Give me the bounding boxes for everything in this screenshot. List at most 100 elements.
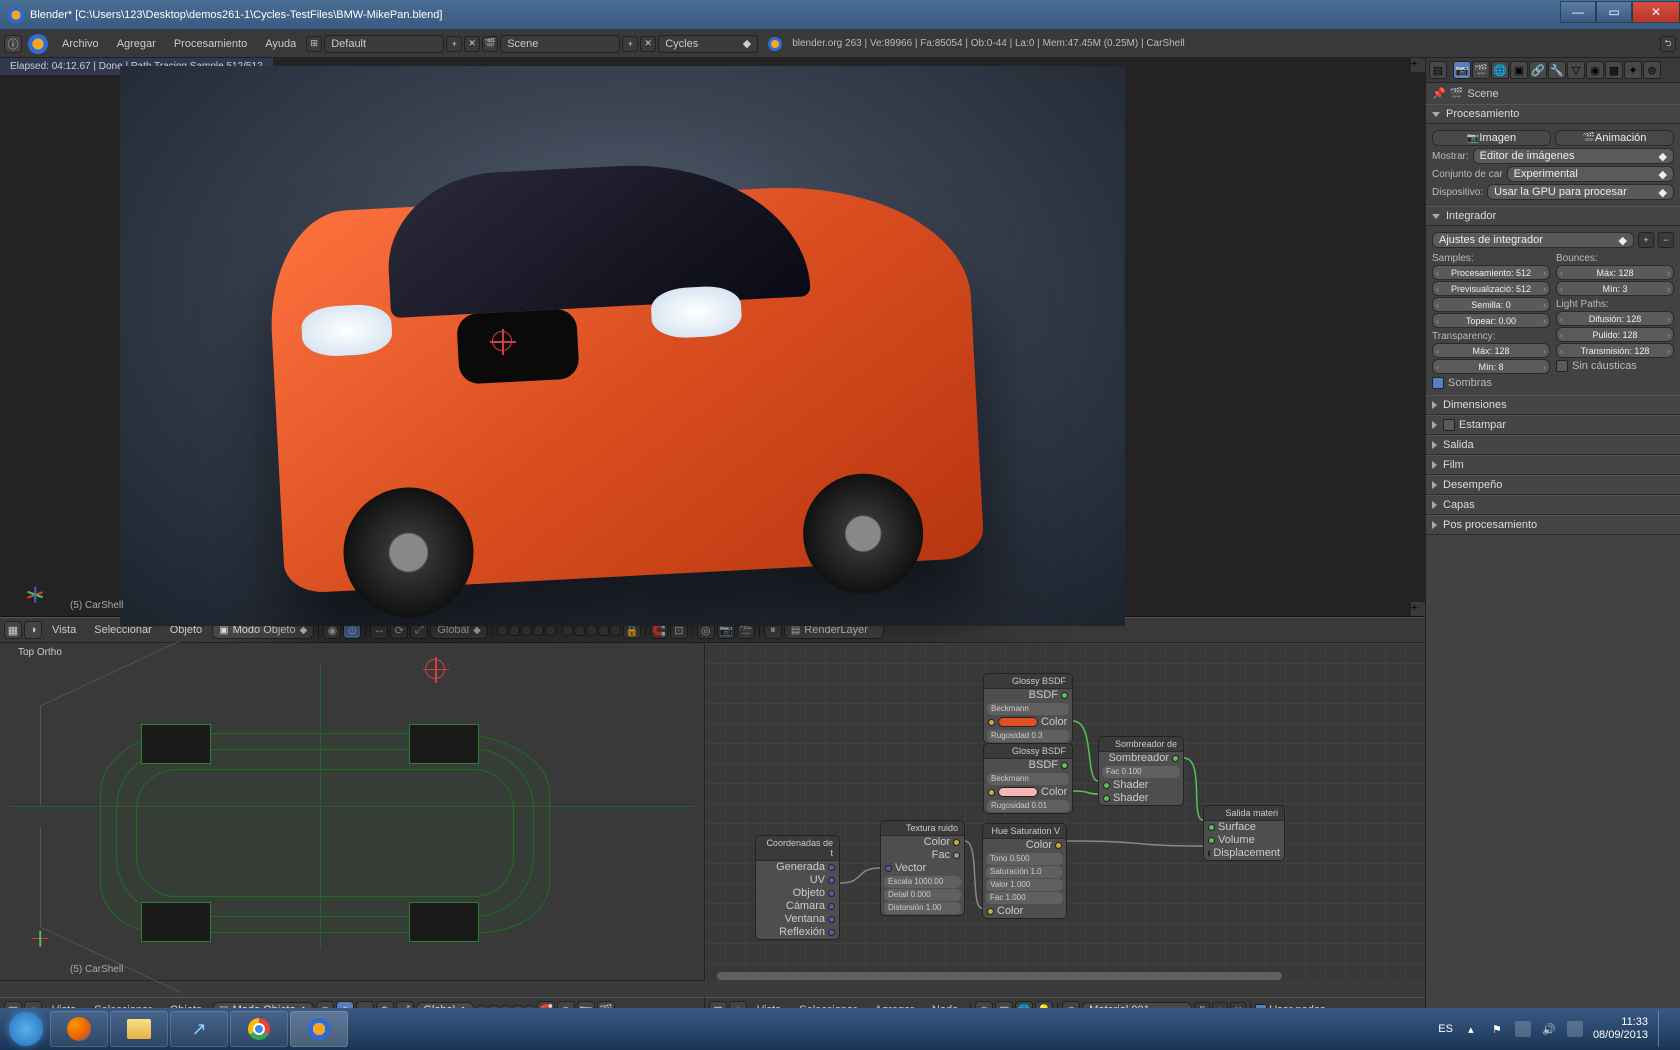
region-plus-icon[interactable]: +	[1411, 58, 1425, 72]
tray-clock[interactable]: 11:33 08/09/2013	[1593, 1016, 1648, 1042]
ctx-object-icon[interactable]: ▣	[1510, 61, 1528, 79]
region-plus-icon[interactable]: +	[1411, 602, 1425, 616]
tray-network-icon[interactable]	[1515, 1021, 1531, 1037]
scene-icon[interactable]: 🎬	[482, 36, 498, 52]
info-editor-icon[interactable]: ⓘ	[4, 35, 22, 53]
tray-show-hidden-icon[interactable]: ▴	[1463, 1021, 1479, 1037]
panel-integrador-header[interactable]: Integrador	[1426, 206, 1680, 226]
preset-remove-button[interactable]: −	[1658, 232, 1674, 248]
menu-ayuda[interactable]: Ayuda	[257, 35, 304, 53]
add-scene-button[interactable]: +	[622, 36, 638, 52]
node-noise-texture[interactable]: Textura ruido Color Fac Vector Escala 10…	[880, 820, 965, 916]
node-texture-coord[interactable]: Coordenadas de t Generada UV Objeto Cáma…	[755, 835, 840, 940]
panel-estampar-header[interactable]: Estampar	[1426, 415, 1680, 435]
maximize-button[interactable]: ▭	[1596, 1, 1632, 23]
pin-icon[interactable]: 📌	[1432, 87, 1446, 100]
no-caustics-checkbox[interactable]	[1556, 360, 1568, 372]
layout-dropdown[interactable]: Default	[324, 35, 444, 53]
tray-misc-icon[interactable]	[1567, 1021, 1583, 1037]
ctx-render-icon[interactable]: 📷	[1453, 61, 1471, 79]
render-viewport[interactable]: Elapsed: 04:12.67 | Done | Path Tracing …	[0, 58, 1425, 617]
ctx-editor-icon[interactable]: ▤	[1429, 61, 1447, 79]
integrator-preset-dropdown[interactable]: Ajustes de integrador◆	[1432, 232, 1634, 248]
node-editor-scrollbar[interactable]	[705, 971, 1425, 981]
menu-agregar[interactable]: Agregar	[109, 35, 164, 53]
panel-dimensiones-header[interactable]: Dimensiones	[1426, 395, 1680, 415]
scene-dropdown[interactable]: Scene	[500, 35, 620, 53]
taskbar-blender[interactable]	[290, 1011, 348, 1047]
node-material-output[interactable]: Salida materi Surface Volume Displacemen…	[1203, 805, 1285, 861]
node-glossy-1[interactable]: Glossy BSDF BSDF Beckmann Color Rugosida…	[983, 673, 1073, 744]
status-bar-text: blender.org 263 | Ve:89966 | Fa:85054 | …	[792, 38, 1184, 49]
start-button[interactable]	[4, 1010, 48, 1048]
ctx-particle-icon[interactable]: ✦	[1624, 61, 1642, 79]
remove-scene-button[interactable]: ✕	[640, 36, 656, 52]
taskbar-app[interactable]: ↗	[170, 1011, 228, 1047]
expand-icon[interactable]: ◑	[24, 621, 42, 639]
wireframe-view	[10, 663, 694, 950]
panel-salida-header[interactable]: Salida	[1426, 435, 1680, 455]
preview-samples-field[interactable]: Previsualizació: 512	[1432, 281, 1550, 296]
menu-procesamiento[interactable]: Procesamiento	[166, 35, 255, 53]
diffuse-bounces-field[interactable]: Difusión: 128	[1556, 311, 1674, 326]
editor-type-icon[interactable]: ▦	[4, 621, 22, 639]
estampar-checkbox[interactable]	[1443, 419, 1455, 431]
ctx-physics-icon[interactable]: ⊚	[1643, 61, 1661, 79]
panel-procesamiento-header[interactable]: Procesamiento	[1426, 104, 1680, 124]
node-hue-saturation[interactable]: Hue Saturation V Color Tono 0.500 Satura…	[982, 823, 1067, 919]
clamp-field[interactable]: Topear: 0.00	[1432, 313, 1550, 328]
ctx-constraint-icon[interactable]: 🔗	[1529, 61, 1547, 79]
axis-gizmo-icon	[15, 566, 55, 606]
taskbar-firefox[interactable]	[50, 1011, 108, 1047]
device-dropdown[interactable]: Usar la GPU para procesar◆	[1487, 184, 1674, 200]
add-layout-button[interactable]: +	[446, 36, 462, 52]
node-mix-shader[interactable]: Sombreador de Sombreador Fac 0.100 Shade…	[1098, 736, 1184, 806]
render-engine-dropdown[interactable]: Cycles◆	[658, 35, 758, 53]
close-button[interactable]: ✕	[1632, 1, 1680, 23]
show-desktop-button[interactable]	[1658, 1011, 1668, 1047]
tray-lang[interactable]: ES	[1438, 1023, 1453, 1035]
panel-capas-header[interactable]: Capas	[1426, 495, 1680, 515]
blender-logo-small-icon	[768, 37, 782, 51]
transp-max-field[interactable]: Máx: 128	[1432, 343, 1550, 358]
node-glossy-2[interactable]: Glossy BSDF BSDF Beckmann Color Rugosida…	[983, 743, 1073, 814]
ctx-world-icon[interactable]: 🌐	[1491, 61, 1509, 79]
ctx-scene-icon[interactable]: 🎬	[1472, 61, 1490, 79]
back-to-previous-button[interactable]: ⮌	[1660, 36, 1676, 52]
screen-layout-icon[interactable]: ⊞	[306, 36, 322, 52]
node-editor[interactable]: Coordenadas de t Generada UV Objeto Cáma…	[705, 643, 1425, 981]
properties-panel: ▤ 📷 🎬 🌐 ▣ 🔗 🔧 ▽ ◉ ▩ ✦ ⊚ 📌 🎬 Scene Proces…	[1425, 58, 1680, 1023]
ctx-texture-icon[interactable]: ▩	[1605, 61, 1623, 79]
taskbar-explorer[interactable]	[110, 1011, 168, 1047]
transp-min-field[interactable]: Mín: 8	[1432, 359, 1550, 374]
tray-volume-icon[interactable]: 🔊	[1541, 1021, 1557, 1037]
render-samples-field[interactable]: Procesamiento: 512	[1432, 265, 1550, 280]
display-dropdown[interactable]: Editor de imágenes◆	[1473, 148, 1674, 164]
featureset-dropdown[interactable]: Experimental◆	[1507, 166, 1674, 182]
properties-breadcrumb: 📌 🎬 Scene	[1426, 83, 1680, 104]
glossy-bounces-field[interactable]: Pulido: 128	[1556, 327, 1674, 342]
view3d-ortho[interactable]: Top Ortho (5) CarS	[0, 643, 705, 981]
seed-field[interactable]: Semilla: 0	[1432, 297, 1550, 312]
panel-film-header[interactable]: Film	[1426, 455, 1680, 475]
layer-buttons[interactable]	[497, 625, 621, 636]
render-animation-button[interactable]: 🎬 Animación	[1555, 130, 1674, 146]
render-image-button[interactable]: 📷 Imagen	[1432, 130, 1551, 146]
bounces-min-field[interactable]: Mín: 3	[1556, 281, 1674, 296]
ctx-material-icon[interactable]: ◉	[1586, 61, 1604, 79]
remove-layout-button[interactable]: ✕	[464, 36, 480, 52]
minimize-button[interactable]: —	[1560, 1, 1596, 23]
menu-archivo[interactable]: Archivo	[54, 35, 107, 53]
menu-vista[interactable]: Vista	[44, 621, 84, 639]
ctx-data-icon[interactable]: ▽	[1567, 61, 1585, 79]
panel-posprocesamiento-header[interactable]: Pos procesamiento	[1426, 515, 1680, 535]
tray-action-center-icon[interactable]: ⚑	[1489, 1021, 1505, 1037]
shadows-checkbox[interactable]	[1432, 377, 1444, 389]
panel-desempeno-header[interactable]: Desempeño	[1426, 475, 1680, 495]
transmission-bounces-field[interactable]: Transmisión: 128	[1556, 343, 1674, 358]
bounces-max-field[interactable]: Máx: 128	[1556, 265, 1674, 280]
window-title: Blender* [C:\Users\123\Desktop\demos261-…	[30, 9, 442, 21]
ctx-modifier-icon[interactable]: 🔧	[1548, 61, 1566, 79]
taskbar-chrome[interactable]	[230, 1011, 288, 1047]
preset-add-button[interactable]: +	[1638, 232, 1654, 248]
